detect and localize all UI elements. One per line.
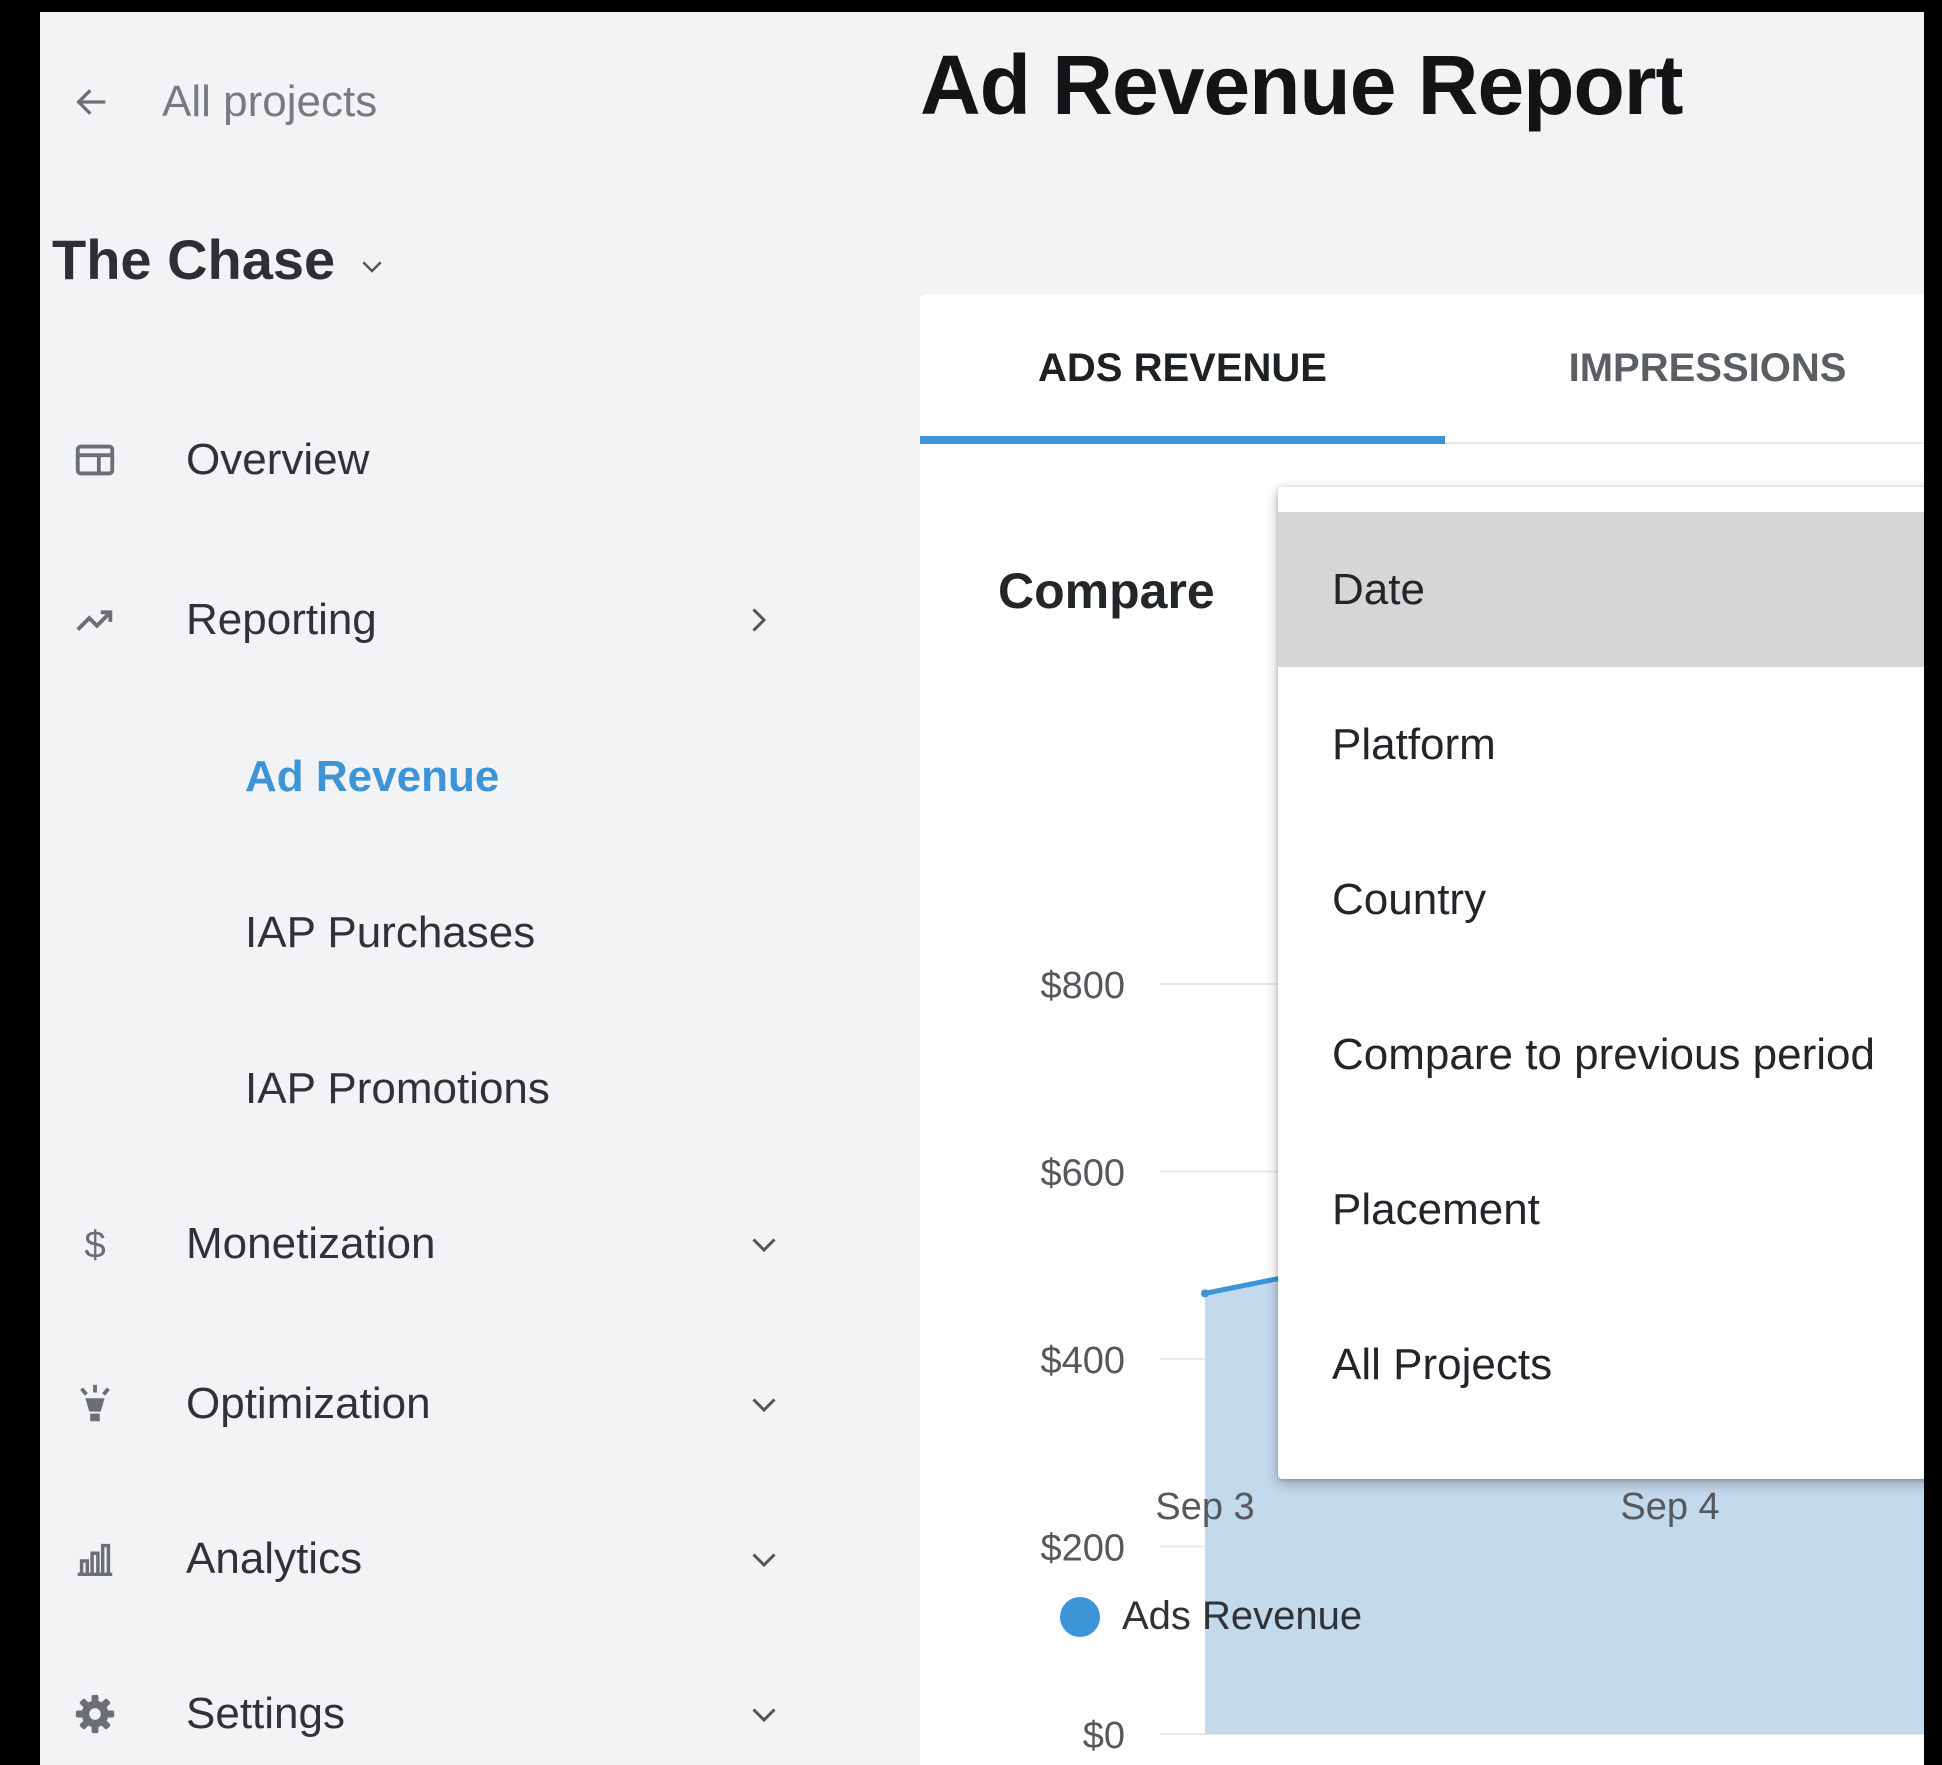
sidebar-item-label: Settings <box>186 1689 345 1738</box>
bar-chart-icon <box>77 1543 113 1577</box>
gear-icon <box>75 1694 115 1734</box>
y-tick-label: $0 <box>1083 1715 1125 1757</box>
page-title: Ad Revenue Report <box>920 38 1683 132</box>
sidebar-item-monetization[interactable]: $ Monetization <box>70 1204 800 1284</box>
chevron-right-icon <box>752 608 767 632</box>
lightbulb-icon <box>80 1384 110 1422</box>
sidebar-item-label: Reporting <box>186 595 377 644</box>
sidebar-item-overview[interactable]: Overview <box>70 420 800 500</box>
compare-dropdown-menu: Date Platform Country Compare to previou… <box>1278 487 1924 1479</box>
chart-legend: Ads Revenue <box>1060 1594 1362 1639</box>
x-tick-label: Sep 3 <box>1155 1486 1254 1528</box>
sidebar-subitem-ad-revenue[interactable]: Ad Revenue <box>245 742 499 812</box>
y-tick-label: $600 <box>1040 1153 1125 1195</box>
sidebar-item-label: Analytics <box>186 1534 363 1583</box>
sidebar-item-label: Overview <box>186 435 370 484</box>
x-tick-label: Sep 4 <box>1620 1486 1719 1528</box>
sidebar-item-label: Optimization <box>186 1379 431 1428</box>
sidebar-item-settings[interactable]: Settings <box>70 1674 800 1754</box>
data-point <box>1201 1289 1209 1298</box>
chevron-down-icon <box>362 260 382 273</box>
y-tick-label: $800 <box>1040 965 1125 1007</box>
sidebar-subitem-iap-promotions[interactable]: IAP Promotions <box>245 1054 550 1124</box>
chevron-down-icon <box>752 1553 776 1568</box>
dropdown-item-placement[interactable]: Placement <box>1278 1132 1924 1287</box>
all-projects-label: All projects <box>162 77 378 126</box>
project-selector[interactable]: The Chase <box>52 227 387 292</box>
y-tick-label: $200 <box>1040 1528 1125 1570</box>
dropdown-item-compare-previous[interactable]: Compare to previous period <box>1278 977 1924 1132</box>
dropdown-item-date[interactable]: Date <box>1278 512 1924 667</box>
legend-swatch <box>1060 1596 1100 1637</box>
app-window: All projects The Chase Overview Reportin… <box>40 12 1924 1765</box>
dropdown-item-platform[interactable]: Platform <box>1278 667 1924 822</box>
sidebar-item-label: Monetization <box>186 1219 436 1268</box>
legend-label: Ads Revenue <box>1122 1594 1363 1638</box>
chevron-down-icon <box>752 1238 776 1253</box>
chevron-down-icon <box>752 1708 776 1723</box>
dashboard-icon <box>75 444 115 476</box>
dropdown-item-country[interactable]: Country <box>1278 822 1924 977</box>
trending-up-icon <box>76 610 113 631</box>
all-projects-link[interactable]: All projects <box>72 72 377 132</box>
y-tick-label: $400 <box>1040 1340 1125 1382</box>
project-name: The Chase <box>52 228 336 291</box>
sidebar-subitem-iap-purchases[interactable]: IAP Purchases <box>245 898 535 968</box>
svg-text:$: $ <box>84 1223 105 1266</box>
sidebar-item-optimization[interactable]: Optimization <box>70 1364 800 1444</box>
dollar-icon: $ <box>84 1223 105 1266</box>
chevron-down-icon <box>752 1398 776 1413</box>
dropdown-item-all-projects[interactable]: All Projects <box>1278 1287 1924 1442</box>
arrow-left-icon <box>76 89 106 115</box>
sidebar-item-reporting[interactable]: Reporting <box>70 580 800 660</box>
sidebar-item-analytics[interactable]: Analytics <box>70 1519 800 1599</box>
